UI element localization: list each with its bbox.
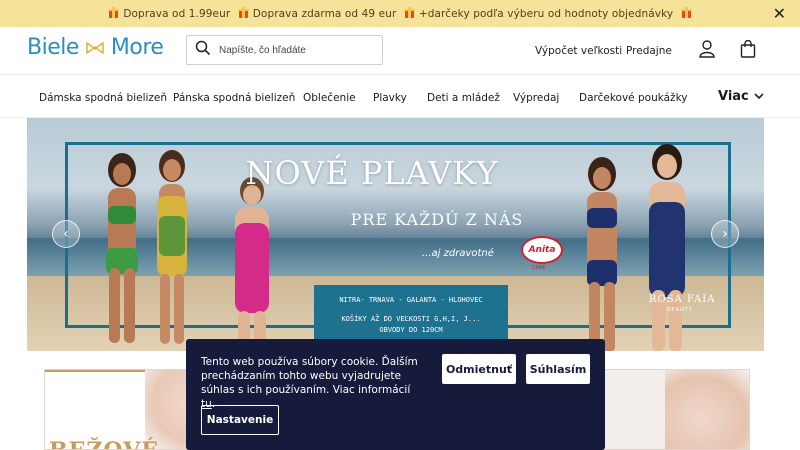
logo-text-left: Biele xyxy=(27,35,79,60)
announcement-bar: Doprava od 1.99eur Doprava zdarma od 49 … xyxy=(0,0,800,27)
rosa-faia-logo-sub: BEAUTY xyxy=(667,307,693,313)
nav-item-mens-underwear[interactable]: Pánska spodná bielizeň xyxy=(173,92,295,104)
nav-item-kids[interactable]: Deti a mládež xyxy=(427,92,500,104)
nav-item-womens-underwear[interactable]: Dámska spodná bielizeň xyxy=(39,92,167,104)
announcement-text: Doprava od 1.99eur Doprava zdarma od 49 … xyxy=(104,6,695,20)
site-header: Biele More Výpočet veľkosti Predajne xyxy=(0,27,800,75)
chevron-left-icon[interactable]: ‹ xyxy=(52,220,80,248)
gift-icon xyxy=(680,6,692,18)
cookie-accept-button[interactable]: Súhlasím xyxy=(526,354,590,384)
bow-icon xyxy=(86,35,104,60)
promo-title: BEŽOVÉ xyxy=(49,438,159,449)
logo[interactable]: Biele More xyxy=(27,35,164,60)
cookie-text: Tento web používa súbory cookie. Ďalším … xyxy=(201,355,426,411)
main-nav: Dámska spodná bielizeň Pánska spodná bie… xyxy=(0,76,800,118)
cookie-settings-button[interactable]: Nastavenie xyxy=(201,405,279,435)
gift-icon xyxy=(108,6,120,18)
stores-link[interactable]: Predajne xyxy=(626,45,672,57)
nav-more-button[interactable]: Viac xyxy=(718,89,764,104)
search-box[interactable] xyxy=(186,35,383,65)
nav-item-gift-vouchers[interactable]: Darčekové poukážky xyxy=(579,92,688,104)
announcement-part-1: Doprava od 1.99eur xyxy=(123,7,231,20)
promo-image xyxy=(665,370,749,449)
logo-text-right: More xyxy=(110,35,164,60)
size-calculator-link[interactable]: Výpočet veľkosti xyxy=(535,45,622,57)
banner-subtitle: PRE KAŽDÚ Z NÁS xyxy=(350,210,524,229)
announcement-part-2: Doprava zdarma od 49 eur xyxy=(252,7,397,20)
search-icon[interactable] xyxy=(195,40,211,61)
nav-item-sale[interactable]: Výpredaj xyxy=(513,92,559,104)
stores-line-3: OBVODY DO 120CM xyxy=(379,326,443,334)
announcement-part-3: +darčeky podľa výberu od hodnoty objedná… xyxy=(418,7,674,20)
cookie-message: Tento web používa súbory cookie. Ďalším … xyxy=(201,356,418,396)
gift-icon xyxy=(403,6,415,18)
nav-more-label: Viac xyxy=(718,89,749,104)
model-image xyxy=(649,144,685,351)
anita-logo-sub: CARE xyxy=(532,265,546,271)
stores-line-2: KOŠÍKY AŽ DO VEĽKOSTI G,H,I, J... xyxy=(341,315,481,323)
stores-line-1: NITRA- TRNAVA - GALANTA - HLOHOVEC xyxy=(339,296,483,304)
nav-item-clothing[interactable]: Oblečenie xyxy=(303,92,356,104)
chevron-right-icon[interactable]: › xyxy=(711,220,739,248)
anita-logo: Anita xyxy=(521,236,563,264)
bag-icon[interactable] xyxy=(740,39,756,63)
banner-title: NOVÉ PLAVKY xyxy=(245,154,499,192)
user-icon[interactable] xyxy=(699,40,715,63)
cookie-banner: Tento web používa súbory cookie. Ďalším … xyxy=(186,339,605,450)
nav-item-swimwear[interactable]: Plavky xyxy=(373,92,407,104)
cookie-reject-button[interactable]: Odmietnuť xyxy=(442,354,516,384)
close-icon[interactable]: ✕ xyxy=(773,4,786,23)
gift-icon xyxy=(237,6,249,18)
model-image xyxy=(157,150,187,344)
banner-tagline: ...aj zdravotné xyxy=(422,248,494,259)
model-image xyxy=(235,177,269,351)
chevron-down-icon xyxy=(754,89,764,104)
search-input[interactable] xyxy=(219,44,379,56)
hero-banner[interactable]: NOVÉ PLAVKY PRE KAŽDÚ Z NÁS ...aj zdravo… xyxy=(27,118,764,351)
rosa-faia-logo: ROSA FAIA xyxy=(649,294,716,305)
